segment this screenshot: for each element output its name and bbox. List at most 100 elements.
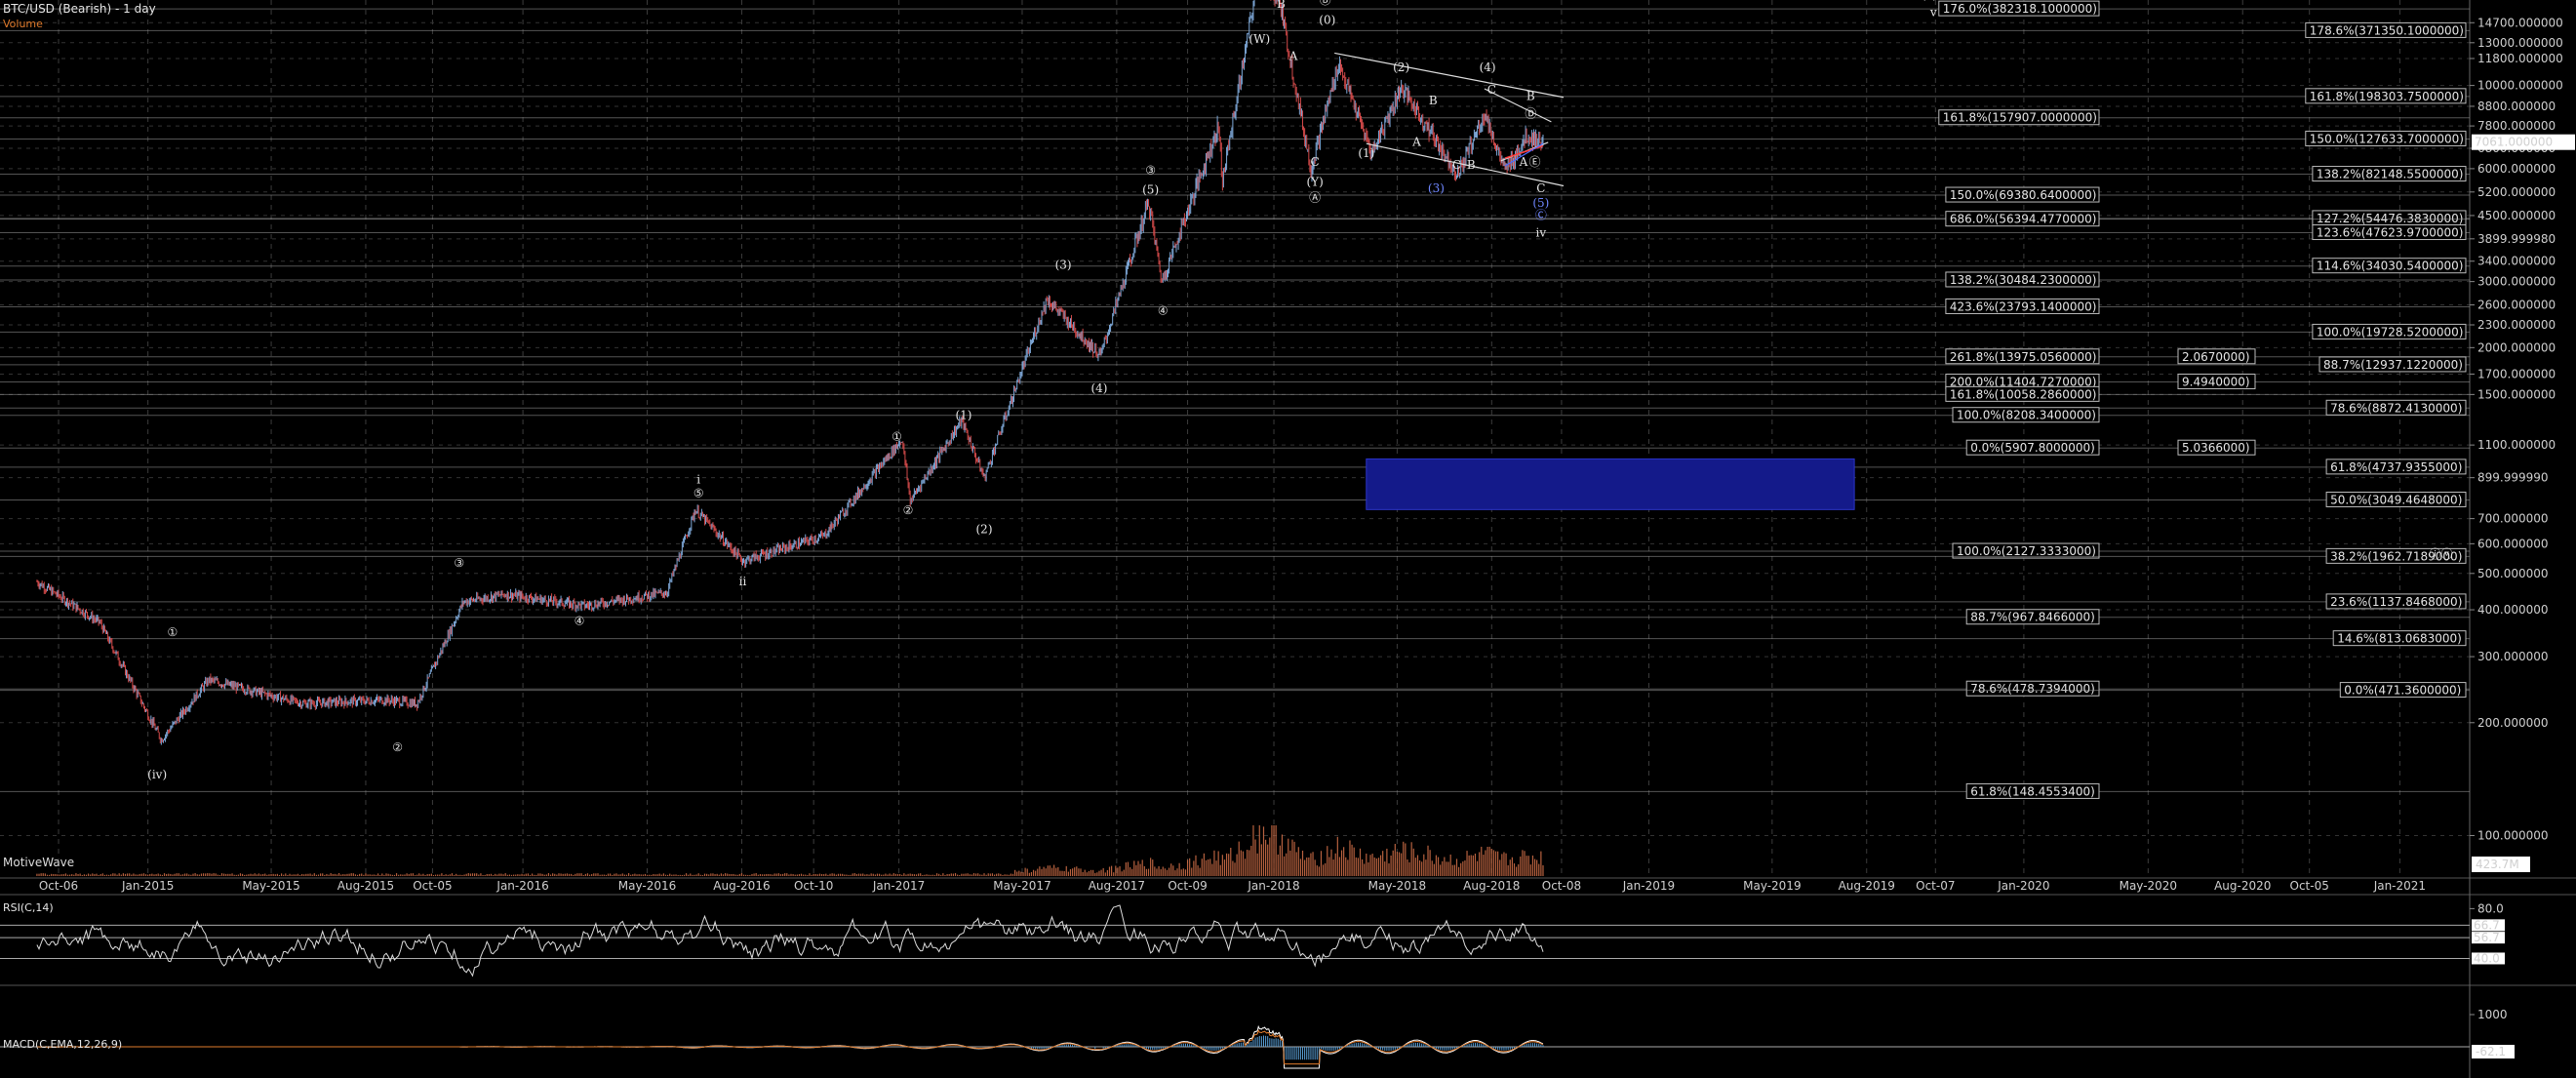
y-tick-label: 600.000000 <box>2477 537 2549 550</box>
x-tick-label: Oct-07 <box>1916 879 1955 893</box>
fib-label: 138.2%(30484.2300000) <box>1950 273 2097 287</box>
y-tick-label: 1100.000000 <box>2477 438 2556 452</box>
wave-label: Ⓐ <box>1309 191 1321 205</box>
wave-label: ② <box>903 503 914 517</box>
wave-label: B <box>1277 0 1286 11</box>
rsi-title: RSI(C,14) <box>3 901 54 914</box>
y-tick-label: 2000.000000 <box>2477 340 2556 354</box>
wave-label: (W) <box>1248 32 1270 46</box>
fib-label: 150.0%(127633.7000000) <box>2310 132 2464 145</box>
x-tick-label: Oct-05 <box>413 879 452 893</box>
y-tick-label: 4500.000000 <box>2477 209 2556 222</box>
y-tick-label: 1500.000000 <box>2477 387 2556 401</box>
fib-label: 78.6%(478.7394000) <box>1970 682 2095 696</box>
x-tick-label: May-2019 <box>1743 879 1801 893</box>
wave-label: (2) <box>976 523 993 537</box>
wave-label: (1) <box>955 409 971 422</box>
y-tick-label: 3400.000000 <box>2477 255 2556 268</box>
x-tick-label: Aug-2019 <box>1839 879 1895 893</box>
y-tick-label: 13000.000000 <box>2477 36 2563 50</box>
chart-canvas[interactable]: 176.0%(382318.1000000) 178.6%(371350.1000… <box>0 0 2576 1078</box>
x-tick-label: May-2017 <box>993 879 1050 893</box>
macd-tick-label: 1000 <box>2477 1008 2508 1021</box>
fib-label: 176.0%(382318.1000000) <box>1943 2 2097 16</box>
fib-label: 138.2%(82148.5500000) <box>2317 168 2464 181</box>
wave-label: A <box>1411 136 1421 149</box>
y-tick-label: 300.000000 <box>2477 650 2549 663</box>
wave-label: C <box>1536 181 1545 195</box>
fib-label: 261.8%(13975.0560000) <box>1950 350 2097 364</box>
chart-title: BTC/USD (Bearish) - 1 day <box>3 2 156 16</box>
x-tick-label: Aug-2020 <box>2214 879 2271 893</box>
x-tick-label: Oct-05 <box>2290 879 2329 893</box>
x-tick-label: Oct-09 <box>1168 879 1207 893</box>
x-tick-label: May-2020 <box>2120 879 2177 893</box>
x-tick-label: Jan-2019 <box>1622 879 1675 893</box>
macd-title: MACD(C,EMA,12,26,9) <box>3 1038 123 1051</box>
y-tick-label: 6000.000000 <box>2477 162 2556 176</box>
wave-label: B <box>1526 89 1535 102</box>
x-tick-label: Jan-2018 <box>1247 879 1299 893</box>
fib-label: 161.8%(198303.7500000) <box>2310 90 2464 103</box>
fibonacci-levels: 176.0%(382318.1000000) 178.6%(371350.1000… <box>0 0 2470 799</box>
fib-label: 123.6%(47623.9700000) <box>2317 226 2464 240</box>
rsi-tick-label: 80.0 <box>2477 901 2504 915</box>
wave-label: Ⓑ <box>1320 0 1331 7</box>
wave-label: B <box>1467 158 1476 172</box>
target-box <box>1366 458 1855 510</box>
fib-label: 2.0670000) <box>2182 350 2250 364</box>
wave-label: v <box>1929 6 1937 20</box>
fib-label: 686.0%(56394.4770000) <box>1950 213 2097 226</box>
y-tick-label: 8800.000000 <box>2477 100 2556 113</box>
x-tick-label: Aug-2015 <box>337 879 394 893</box>
fib-label: 23.6%(1137.8468000) <box>2330 595 2462 609</box>
wave-label: ① <box>892 430 902 444</box>
fib-label: 5.0366000) <box>2182 441 2250 455</box>
wave-label: (0) <box>1319 13 1335 26</box>
fib-label: 50.0%(3049.4648000) <box>2330 493 2462 506</box>
y-axis: 14700.000000 13000.000000 11800.000000 1000… <box>2470 16 2575 843</box>
wave-label: (v) <box>1922 0 1937 2</box>
y-tick-label: 200.000000 <box>2477 716 2549 730</box>
wave-label: ③ <box>1145 164 1156 178</box>
fib-label: 150.0%(69380.6400000) <box>1950 188 2097 202</box>
fib-label: 423.6%(23793.1400000) <box>1950 299 2097 313</box>
x-tick-label: Oct-10 <box>794 879 833 893</box>
wave-label: ③ <box>454 556 464 570</box>
rsi-panel: 80.066.756.740.0 <box>0 901 2505 978</box>
price-series <box>36 0 1544 745</box>
wave-label: A <box>1288 49 1298 62</box>
wave-label: (4) <box>1090 381 1107 395</box>
y-tick-label: 7800.000000 <box>2477 119 2556 133</box>
y-tick-label: 1700.000000 <box>2477 367 2556 380</box>
wave-label: Ⓔ <box>1529 155 1541 169</box>
wave-labels: ①(iv)②③④i⑤ii①②(1)(2)(3)(4)③(5)④iii⑤(X)B(… <box>147 0 2452 781</box>
wave-label: ⑤ <box>694 486 704 499</box>
fib-label: 61.8%(4737.9355000) <box>2330 460 2462 474</box>
y-tick-label: 700.000000 <box>2477 512 2549 526</box>
wave-label: (3) <box>1055 258 1072 271</box>
fib-label: 88.7%(12937.1220000) <box>2323 358 2463 372</box>
volume-label: Volume <box>3 18 43 30</box>
y-tick-label: 10000.000000 <box>2477 79 2563 93</box>
y-tick-label: 3000.000000 <box>2477 275 2556 289</box>
x-tick-label: May-2018 <box>1368 879 1426 893</box>
wave-label: (Y) <box>1307 175 1324 188</box>
wave-label: (5) <box>1142 182 1159 196</box>
wave-label: C <box>1452 158 1461 172</box>
wave-label: (iv) <box>147 768 167 781</box>
fib-label: 78.6%(8872.4130000) <box>2330 401 2462 415</box>
fib-label: 0.0%(5907.8000000) <box>1970 441 2095 455</box>
wave-label-blue: (3) <box>1428 181 1445 195</box>
fib-label: 178.6%(371350.1000000) <box>2310 23 2464 37</box>
macd-value-label: -62.1 <box>2476 1045 2506 1058</box>
fib-label: 114.6%(34030.5400000) <box>2317 260 2464 273</box>
y-tick-label: 899.999990 <box>2477 471 2549 485</box>
rsi-level-label: 56.7 <box>2474 931 2500 944</box>
rsi-line <box>36 904 1544 978</box>
fib-label: 9.4940000) <box>2182 376 2250 389</box>
wave-label-blue: Ⓒ <box>1535 209 1547 222</box>
fib-label: 161.8%(10058.2860000) <box>1950 387 2097 401</box>
wave-label: (2) <box>1393 60 1409 74</box>
x-tick-label: Oct-08 <box>1542 879 1581 893</box>
